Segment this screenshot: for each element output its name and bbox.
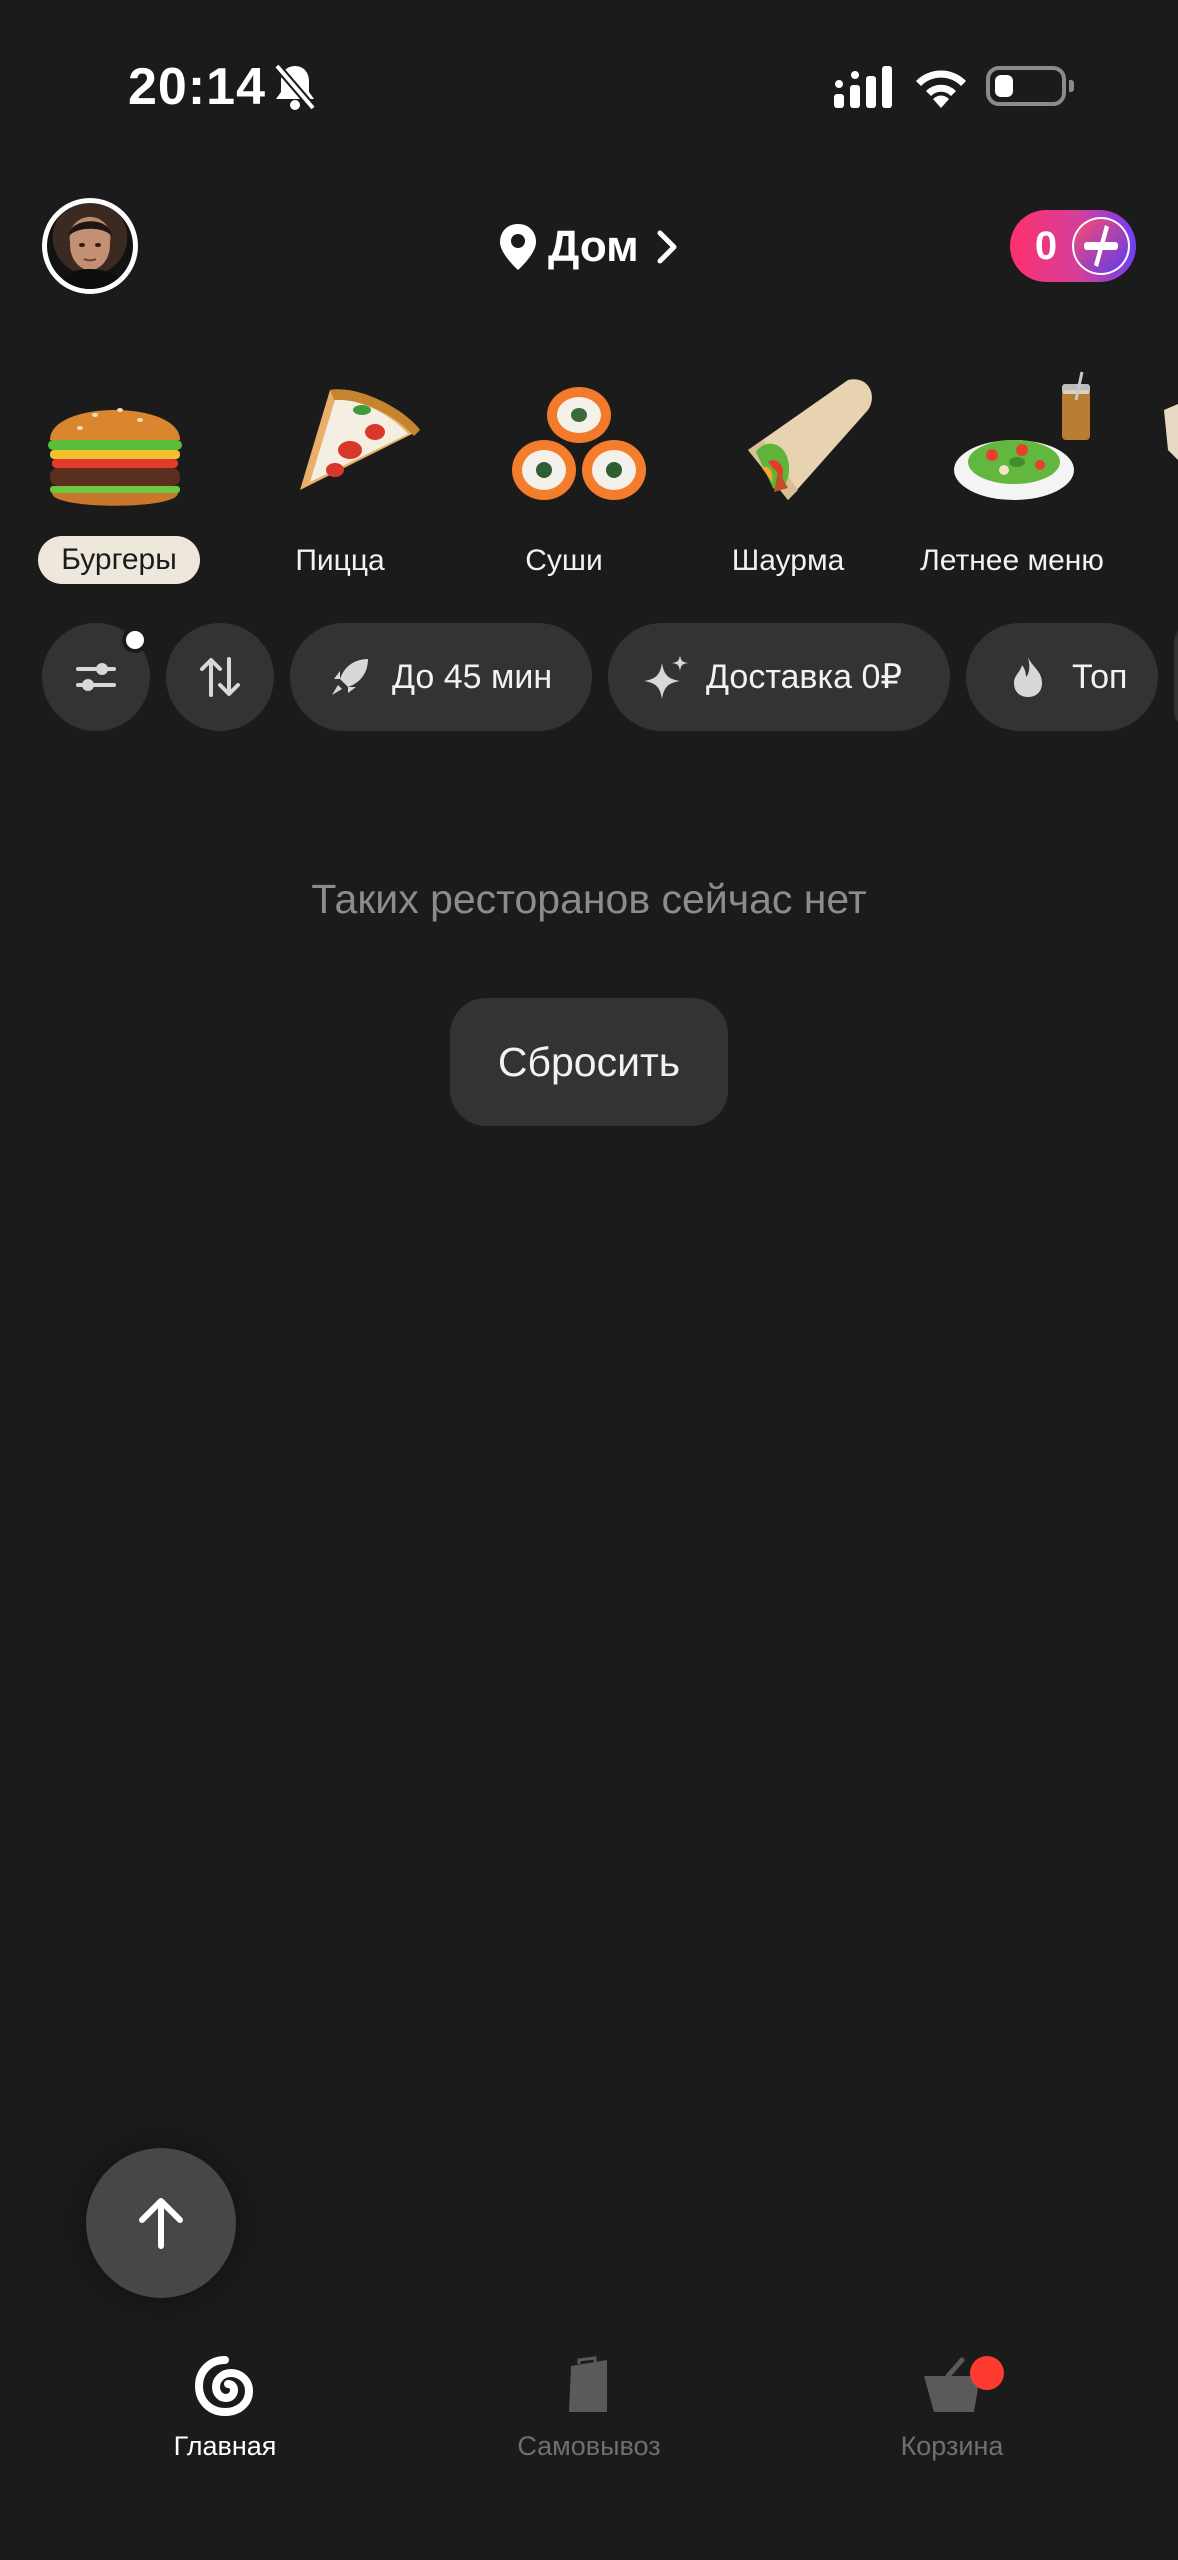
filter-free-delivery[interactable]: Доставка 0₽	[608, 623, 950, 731]
plus-icon	[1072, 217, 1130, 275]
sushi-image	[512, 387, 646, 500]
salad-image	[954, 371, 1090, 500]
tab-cart-label: Корзина	[900, 2431, 1004, 2461]
filter-top[interactable]: Топ	[966, 623, 1158, 731]
battery-icon	[986, 66, 1074, 106]
sort-icon	[200, 657, 240, 697]
category-next-partial-image	[1164, 404, 1178, 460]
shawarma-image	[748, 379, 872, 500]
tab-cart[interactable]: Корзина	[822, 2356, 1082, 2476]
pizza-image	[300, 389, 420, 490]
category-label: Суши	[525, 544, 603, 577]
home-swirl-icon	[195, 2356, 254, 2416]
category-shawarma[interactable]: Шаурма	[688, 370, 888, 590]
tab-pickup-label: Самовывоз	[517, 2431, 661, 2461]
burger-image	[48, 408, 182, 506]
location-label: Дом	[548, 222, 639, 271]
status-time: 20:14	[128, 58, 266, 116]
category-summer-menu[interactable]: Летнее меню	[912, 370, 1112, 590]
cart-badge	[970, 2356, 1004, 2390]
tab-home-label: Главная	[173, 2431, 277, 2461]
tab-home[interactable]: Главная	[95, 2356, 355, 2476]
plus-points-count: 0	[1034, 223, 1058, 268]
category-label: Бургеры	[38, 536, 200, 584]
filter-delivery-time-label: До 45 мин	[392, 657, 553, 696]
category-sushi[interactable]: Суши	[464, 370, 664, 590]
pin-icon	[500, 224, 536, 270]
sort-button[interactable]	[166, 623, 274, 731]
battery-level	[995, 75, 1013, 97]
filter-free-delivery-label: Доставка 0₽	[706, 658, 902, 696]
settings-sliders-icon	[76, 663, 116, 691]
category-burgers[interactable]: Бургеры	[0, 370, 200, 590]
bag-icon	[569, 2356, 607, 2412]
chevron-right-icon	[657, 230, 677, 264]
empty-state-message: Таких ресторанов сейчас нет	[311, 876, 867, 922]
plus-points-badge[interactable]: 0	[1010, 210, 1136, 282]
flame-icon	[1014, 657, 1042, 697]
rocket-icon	[332, 659, 368, 695]
status-bar: 20:14	[0, 0, 1178, 170]
category-pizza[interactable]: Пицца	[240, 370, 440, 590]
filter-chip-partial[interactable]	[1174, 623, 1178, 731]
filter-top-label: Топ	[1072, 657, 1128, 696]
avatar-face-icon	[57, 220, 123, 289]
category-label: Шаурма	[731, 544, 845, 577]
signal-icon	[834, 66, 892, 108]
scroll-to-top-button[interactable]	[86, 2148, 236, 2298]
arrow-up-icon	[139, 2198, 183, 2249]
filters-active-dot	[122, 627, 148, 653]
location-selector[interactable]: Дом	[498, 212, 679, 282]
tab-pickup[interactable]: Самовывоз	[459, 2356, 719, 2476]
avatar[interactable]	[42, 198, 138, 294]
category-label: Летнее меню	[920, 544, 1104, 577]
bell-off-icon	[273, 63, 317, 111]
category-label: Пицца	[295, 544, 385, 577]
sparkle-icon	[644, 655, 688, 699]
wifi-icon	[916, 70, 966, 108]
reset-button[interactable]: Сбросить	[450, 998, 728, 1126]
filter-delivery-time[interactable]: До 45 мин	[290, 623, 592, 731]
